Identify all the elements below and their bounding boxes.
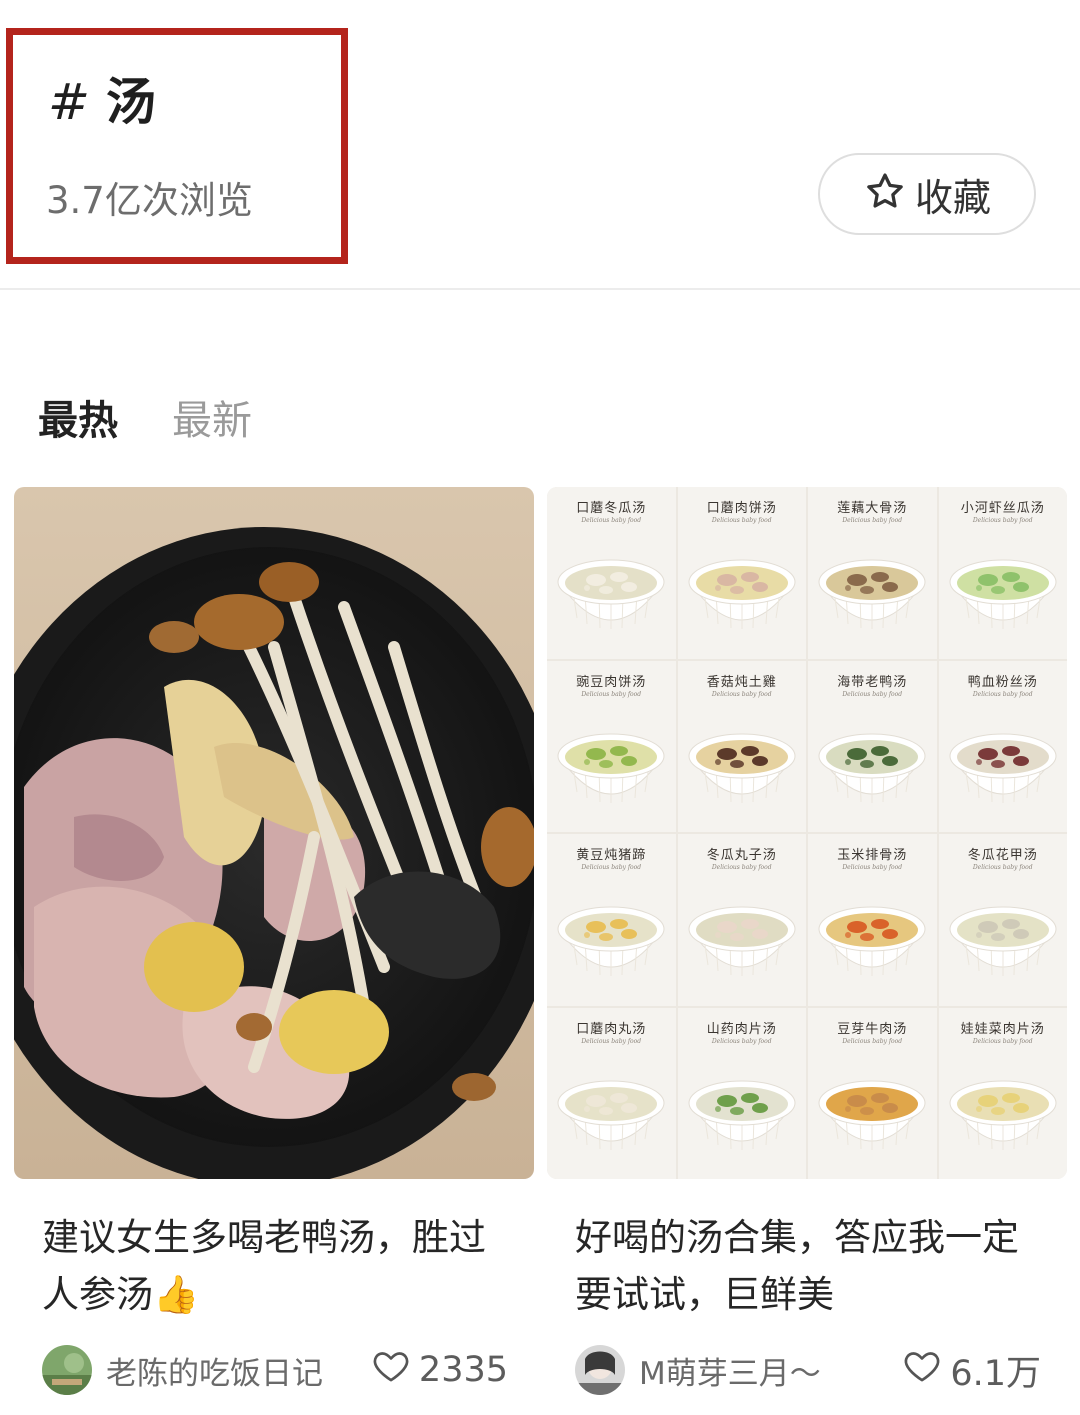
soup-bowl-image: [682, 704, 802, 824]
soup-name-label: 海带老鸭汤: [837, 674, 908, 690]
soup-bowl-image: [682, 1051, 802, 1171]
soup-bowl-image: [943, 530, 1063, 650]
soup-subtitle-label: Delicious baby food: [972, 517, 1033, 524]
soup-name-label: 口蘑肉丸汤: [576, 1021, 647, 1037]
topic-view-count: 3.7亿次浏览: [46, 179, 253, 222]
soup-name-label: 鸭血粉丝汤: [967, 674, 1038, 690]
soup-name-label: 冬瓜花甲汤: [967, 848, 1038, 863]
soup-bowl-image: [682, 877, 802, 997]
soup-bowl-image: [812, 1051, 932, 1171]
soup-name-label: 口蘑肉饼汤: [706, 501, 777, 516]
note-meta: M萌芽三月～ 6.1万: [575, 1342, 1041, 1398]
soup-subtitle-label: Delicious baby food: [711, 690, 772, 698]
soup-name-label: 小河虾丝瓜汤: [960, 501, 1045, 516]
soup-bowl-image: [551, 530, 671, 650]
tab-newest[interactable]: 最新: [172, 388, 252, 446]
soup-grid-cell: 冬瓜丸子汤 Delicious baby food: [677, 834, 806, 1006]
soup-name-label: 豌豆肉饼汤: [576, 674, 647, 690]
soup-name-label: 莲藕大骨汤: [837, 501, 908, 516]
note-meta: 老陈的吃饭日记 2335: [42, 1342, 508, 1398]
soup-subtitle-label: Delicious baby food: [842, 517, 903, 524]
soup-grid-cell: 莲藕大骨汤 Delicious baby food: [808, 487, 937, 659]
soup-subtitle-label: Delicious baby food: [711, 517, 772, 524]
soup-grid-cell: 小河虾丝瓜汤 Delicious baby food: [938, 487, 1067, 659]
topic-title-text: 汤: [105, 73, 158, 131]
soup-grid-cell: 娃娃菜肉片汤 Delicious baby food: [938, 1007, 1067, 1179]
soup-collage-grid: 口蘑冬瓜汤 Delicious baby food 口蘑肉饼汤 Delicious b…: [547, 487, 1067, 1179]
soup-name-label: 香菇炖土雞: [706, 674, 777, 690]
topic-header: # 汤 3.7亿次浏览 收藏: [0, 0, 1080, 290]
soup-subtitle-label: Delicious baby food: [581, 1037, 642, 1045]
soup-subtitle-label: Delicious baby food: [972, 864, 1033, 871]
soup-name-label: 豆芽牛肉汤: [837, 1021, 908, 1037]
avatar[interactable]: [575, 1345, 625, 1395]
duck-soup-photo: [14, 487, 534, 1179]
soup-grid-cell: 黄豆炖猪蹄 Delicious baby food: [547, 834, 676, 1006]
soup-grid-cell: 香菇炖土雞 Delicious baby food: [677, 660, 806, 832]
soup-grid-cell: 玉米排骨汤 Delicious baby food: [808, 834, 937, 1006]
soup-grid-cell: 山药肉片汤 Delicious baby food: [677, 1007, 806, 1179]
note-title[interactable]: 好喝的汤合集，答应我一定要试试，巨鲜美: [575, 1209, 1045, 1323]
soup-subtitle-label: Delicious baby food: [711, 864, 772, 871]
soup-subtitle-label: Delicious baby food: [711, 1037, 772, 1045]
soup-subtitle-label: Delicious baby food: [842, 1037, 903, 1045]
hashtag-symbol: #: [48, 73, 92, 131]
soup-bowl-image: [812, 877, 932, 997]
soup-subtitle-label: Delicious baby food: [972, 690, 1033, 698]
soup-name-label: 玉米排骨汤: [837, 848, 908, 863]
soup-name-label: 冬瓜丸子汤: [706, 848, 777, 863]
soup-name-label: 娃娃菜肉片汤: [960, 1021, 1045, 1037]
sort-tabs: 最热 最新: [38, 388, 252, 446]
soup-bowl-image: [551, 704, 671, 824]
like-count: 2335: [418, 1350, 508, 1390]
soup-subtitle-label: Delicious baby food: [581, 517, 642, 524]
soup-subtitle-label: Delicious baby food: [842, 864, 903, 871]
topic-title: # 汤: [48, 62, 158, 134]
soup-grid-cell: 口蘑冬瓜汤 Delicious baby food: [547, 487, 676, 659]
author-name[interactable]: M萌芽三月～: [639, 1348, 902, 1393]
collect-button-label: 收藏: [914, 175, 991, 220]
soup-subtitle-label: Delicious baby food: [581, 864, 642, 871]
heart-outline-icon: [902, 1346, 942, 1395]
star-outline-icon: [863, 170, 907, 218]
soup-bowl-image: [551, 1051, 671, 1171]
note-cover-image[interactable]: 口蘑冬瓜汤 Delicious baby food 口蘑肉饼汤 Delicious b…: [547, 487, 1067, 1179]
soup-bowl-image: [551, 877, 671, 997]
soup-subtitle-label: Delicious baby food: [972, 1037, 1033, 1045]
note-card[interactable]: 口蘑冬瓜汤 Delicious baby food 口蘑肉饼汤 Delicious b…: [547, 487, 1067, 1395]
note-title[interactable]: 建议女生多喝老鸭汤，胜过人参汤👍: [42, 1209, 512, 1323]
like-count: 6.1万: [950, 1353, 1041, 1394]
soup-subtitle-label: Delicious baby food: [581, 690, 642, 698]
soup-bowl-image: [943, 1051, 1063, 1171]
tab-hottest[interactable]: 最热: [38, 388, 118, 446]
note-card[interactable]: 建议女生多喝老鸭汤，胜过人参汤👍 老陈的吃饭日记 2335: [14, 487, 534, 1395]
soup-grid-cell: 海带老鸭汤 Delicious baby food: [808, 660, 937, 832]
like-button[interactable]: 2335: [371, 1346, 508, 1395]
avatar[interactable]: [42, 1345, 92, 1395]
soup-bowl-image: [812, 704, 932, 824]
soup-grid-cell: 口蘑肉饼汤 Delicious baby food: [677, 487, 806, 659]
soup-bowl-image: [812, 530, 932, 650]
soup-name-label: 口蘑冬瓜汤: [576, 501, 647, 516]
soup-grid-cell: 口蘑肉丸汤 Delicious baby food: [547, 1007, 676, 1179]
soup-grid-cell: 冬瓜花甲汤 Delicious baby food: [938, 834, 1067, 1006]
note-cover-image[interactable]: [14, 487, 534, 1179]
soup-grid-cell: 鸭血粉丝汤 Delicious baby food: [938, 660, 1067, 832]
soup-grid-cell: 豌豆肉饼汤 Delicious baby food: [547, 660, 676, 832]
soup-bowl-image: [943, 704, 1063, 824]
collect-button[interactable]: 收藏: [818, 153, 1036, 235]
author-name[interactable]: 老陈的吃饭日记: [106, 1348, 371, 1393]
soup-bowl-image: [943, 877, 1063, 997]
soup-grid-cell: 豆芽牛肉汤 Delicious baby food: [808, 1007, 937, 1179]
heart-outline-icon: [371, 1346, 411, 1395]
soup-bowl-image: [682, 530, 802, 650]
like-button[interactable]: 6.1万: [902, 1345, 1041, 1396]
soup-name-label: 黄豆炖猪蹄: [576, 848, 647, 863]
soup-name-label: 山药肉片汤: [706, 1021, 777, 1037]
soup-subtitle-label: Delicious baby food: [842, 690, 903, 698]
